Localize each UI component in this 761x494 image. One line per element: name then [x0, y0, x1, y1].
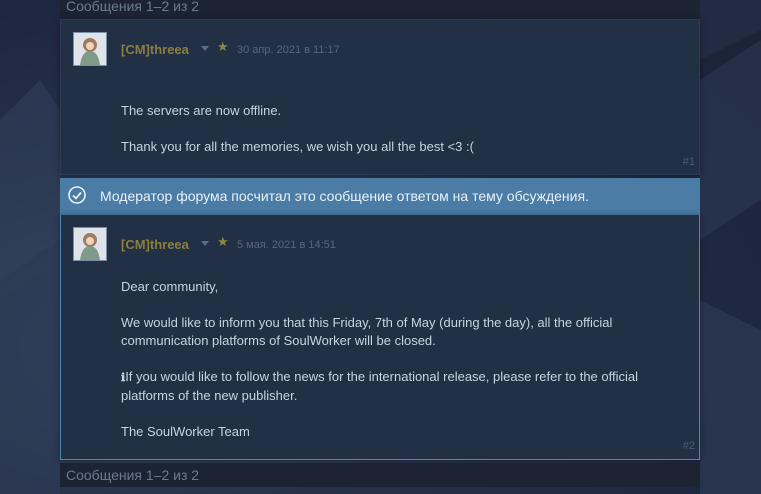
moderator-star-icon: ★: [217, 39, 229, 54]
author-avatar[interactable]: [73, 32, 107, 66]
post-paragraph: communication platforms of SoulWorker wi…: [121, 333, 436, 348]
forum-post-1: [CM]threea ★ 30 апр. 2021 в 11:17 The se…: [60, 19, 700, 175]
post-paragraph: platforms of the new publisher.: [121, 388, 298, 403]
author-avatar[interactable]: [73, 227, 107, 261]
pagination-top: Сообщения 1–2 из 2: [60, 0, 700, 18]
post-date: 30 апр. 2021 в 11:17: [237, 44, 340, 56]
post-paragraph: The SoulWorker Team: [121, 424, 250, 439]
avatar-image: [74, 228, 106, 260]
check-circle-icon: [68, 186, 86, 204]
post-number[interactable]: #1: [683, 156, 695, 168]
post-paragraph: ℹIf you would like to follow the news fo…: [121, 369, 639, 384]
moderator-star-icon: ★: [217, 234, 229, 249]
post-paragraph: Thank you for all the memories, we wish …: [121, 139, 474, 154]
post-body: The servers are now offline. Thank you f…: [121, 102, 474, 156]
avatar-image: [74, 33, 106, 65]
post-body: Dear community, We would like to inform …: [121, 278, 638, 441]
author-name[interactable]: [CM]threea: [121, 42, 189, 57]
forum-post-2: [CM]threea ★ 5 мая. 2021 в 14:51 Dear co…: [60, 215, 700, 460]
post-paragraph: The servers are now offline.: [121, 103, 282, 118]
author-menu-chevron-icon[interactable]: [201, 241, 209, 246]
post-date: 5 мая. 2021 в 14:51: [237, 239, 336, 251]
author-menu-chevron-icon[interactable]: [201, 46, 209, 51]
post-number[interactable]: #2: [683, 440, 695, 452]
post-paragraph: Dear community,: [121, 279, 219, 294]
answer-banner-text: Модератор форума посчитал это сообщение …: [100, 188, 589, 204]
author-name[interactable]: [CM]threea: [121, 237, 189, 252]
post-paragraph: We would like to inform you that this Fr…: [121, 315, 613, 330]
pagination-bottom: Сообщения 1–2 из 2: [60, 463, 700, 487]
answer-banner: Модератор форума посчитал это сообщение …: [60, 178, 700, 215]
